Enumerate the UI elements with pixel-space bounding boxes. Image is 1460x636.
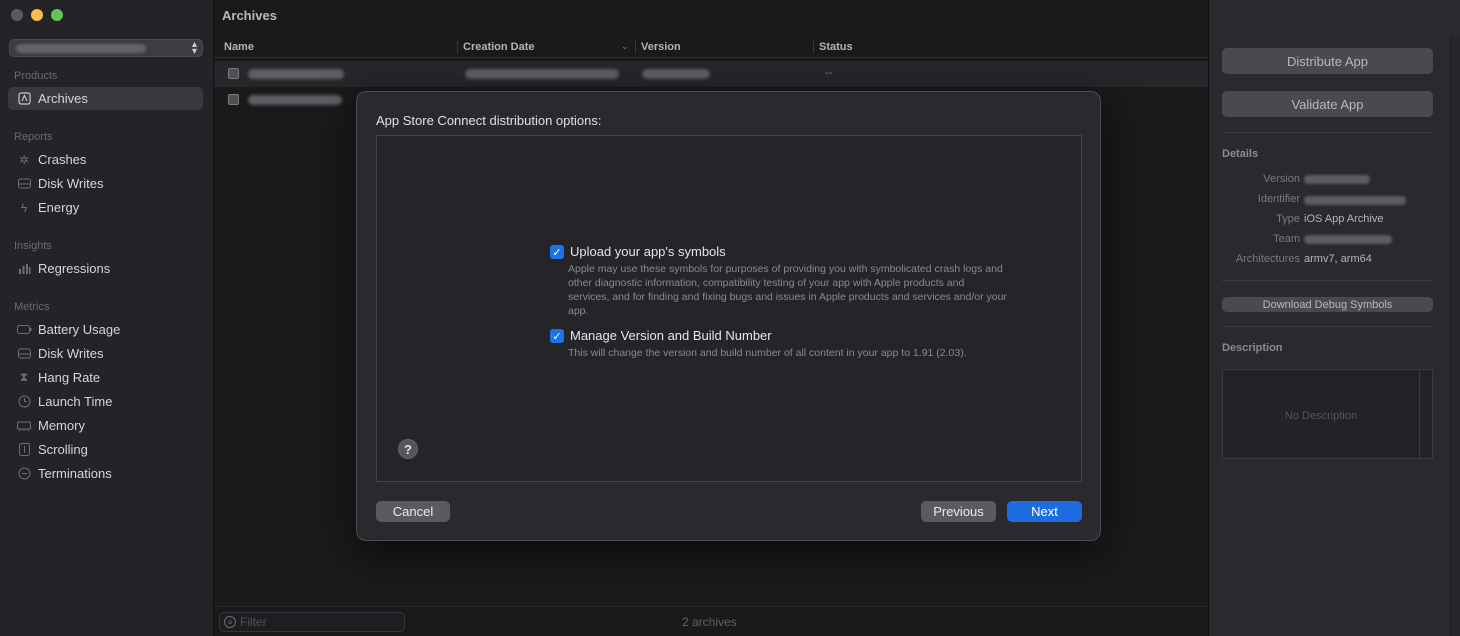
sidebar-item-label: Terminations (38, 466, 112, 481)
minimize-window-button[interactable] (31, 9, 43, 21)
redacted-version-value (1304, 175, 1370, 184)
zoom-window-button[interactable] (51, 9, 63, 21)
detail-key: Type (1276, 213, 1300, 225)
option-label[interactable]: Upload your app's symbols (570, 244, 726, 259)
sidebar-item-label: Battery Usage (38, 322, 121, 337)
option-description: Apple may use these symbols for purposes… (568, 263, 1007, 317)
bars-icon (16, 262, 32, 276)
sidebar-item-label: Energy (38, 200, 80, 215)
battery-icon (16, 323, 32, 337)
previous-button[interactable]: Previous (921, 501, 996, 522)
next-button[interactable]: Next (1007, 501, 1082, 522)
sidebar-item-label: Memory (38, 418, 85, 433)
hourglass-icon: ⧗ (19, 370, 29, 384)
distribute-app-button[interactable]: Distribute App (1222, 48, 1433, 74)
details-title: Details (1222, 148, 1259, 160)
download-debug-symbols-button[interactable]: Download Debug Symbols (1222, 297, 1433, 312)
sidebar-item-label: Disk Writes (38, 176, 104, 191)
sidebar-item-memory[interactable]: Memory (8, 414, 203, 437)
xcode-organizer-window: ▴ ▾ Products Archives Reports ✲ Crashes D… (0, 0, 1460, 636)
description-title: Description (1222, 342, 1283, 354)
redacted-team-name (16, 44, 146, 53)
window-controls (11, 9, 63, 21)
clock-icon (16, 395, 32, 409)
sidebar-item-regressions[interactable]: Regressions (8, 257, 203, 280)
scrollbar[interactable] (1419, 370, 1420, 460)
options-panel: ✓ Upload your app's symbols Apple may us… (376, 135, 1082, 482)
detail-key: Version (1263, 173, 1300, 185)
sidebar-item-launch-time[interactable]: Launch Time (8, 390, 203, 413)
description-field[interactable]: No Description (1222, 369, 1433, 460)
sidebar-item-label: Regressions (38, 261, 111, 276)
sidebar-item-label: Scrolling (38, 442, 88, 457)
bolt-icon: ϟ (20, 200, 28, 215)
detail-architectures-value: armv7, arm64 (1304, 253, 1372, 265)
terminate-icon (16, 467, 32, 481)
scroll-icon (16, 443, 32, 457)
crash-icon: ✲ (18, 152, 30, 167)
manage-version-checkbox[interactable]: ✓ (550, 329, 564, 343)
disk-icon (16, 177, 32, 191)
sidebar-item-archives[interactable]: Archives (8, 87, 203, 110)
memory-icon (16, 419, 32, 433)
disk-icon (16, 347, 32, 361)
sidebar-item-battery-usage[interactable]: Battery Usage (8, 318, 203, 341)
sidebar-item-scrolling[interactable]: Scrolling (8, 438, 203, 461)
section-title-reports: Reports (14, 131, 53, 143)
team-selector[interactable]: ▴ ▾ (9, 39, 203, 57)
inspector-pane: Distribute App Validate App Details Vers… (1208, 0, 1460, 636)
distribution-options-sheet: App Store Connect distribution options: … (356, 91, 1101, 541)
help-button[interactable]: ? (398, 439, 418, 459)
redacted-team-value (1304, 235, 1392, 244)
sidebar-item-label: Crashes (38, 152, 87, 167)
archive-icon (16, 92, 32, 106)
option-description: This will change the version and build n… (568, 347, 967, 359)
detail-type-value: iOS App Archive (1304, 213, 1384, 225)
inspector-edge (1450, 36, 1460, 636)
sidebar-item-label: Disk Writes (38, 346, 104, 361)
chevron-updown-icon: ▴ ▾ (191, 39, 197, 57)
description-placeholder: No Description (1284, 410, 1358, 422)
section-title-insights: Insights (14, 240, 52, 252)
upload-symbols-checkbox[interactable]: ✓ (550, 245, 564, 259)
section-title-metrics: Metrics (14, 301, 50, 313)
section-title-products: Products (14, 70, 58, 82)
close-window-button[interactable] (11, 9, 23, 21)
sidebar-item-terminations[interactable]: Terminations (8, 462, 203, 485)
detail-key: Team (1273, 233, 1300, 245)
divider (1222, 326, 1433, 327)
divider (1222, 280, 1433, 281)
sheet-title: App Store Connect distribution options: (376, 113, 602, 128)
sidebar-item-hang-rate[interactable]: ⧗ Hang Rate (8, 366, 203, 389)
sidebar-item-label: Launch Time (38, 394, 113, 409)
cancel-button[interactable]: Cancel (376, 501, 450, 522)
sidebar: ▴ ▾ Products Archives Reports ✲ Crashes D… (0, 0, 214, 636)
sidebar-item-crashes[interactable]: ✲ Crashes (8, 148, 203, 171)
validate-app-button[interactable]: Validate App (1222, 91, 1433, 117)
option-label[interactable]: Manage Version and Build Number (570, 328, 772, 343)
sidebar-item-label: Archives (38, 91, 88, 106)
sidebar-item-disk-writes[interactable]: Disk Writes (8, 172, 203, 195)
detail-key: Identifier (1257, 193, 1300, 205)
divider (1222, 132, 1433, 133)
detail-key: Architectures (1235, 253, 1300, 265)
sidebar-item-energy[interactable]: ϟ Energy (8, 196, 203, 219)
sidebar-item-disk-writes-metrics[interactable]: Disk Writes (8, 342, 203, 365)
redacted-identifier-value (1304, 196, 1406, 205)
sidebar-item-label: Hang Rate (38, 370, 101, 385)
